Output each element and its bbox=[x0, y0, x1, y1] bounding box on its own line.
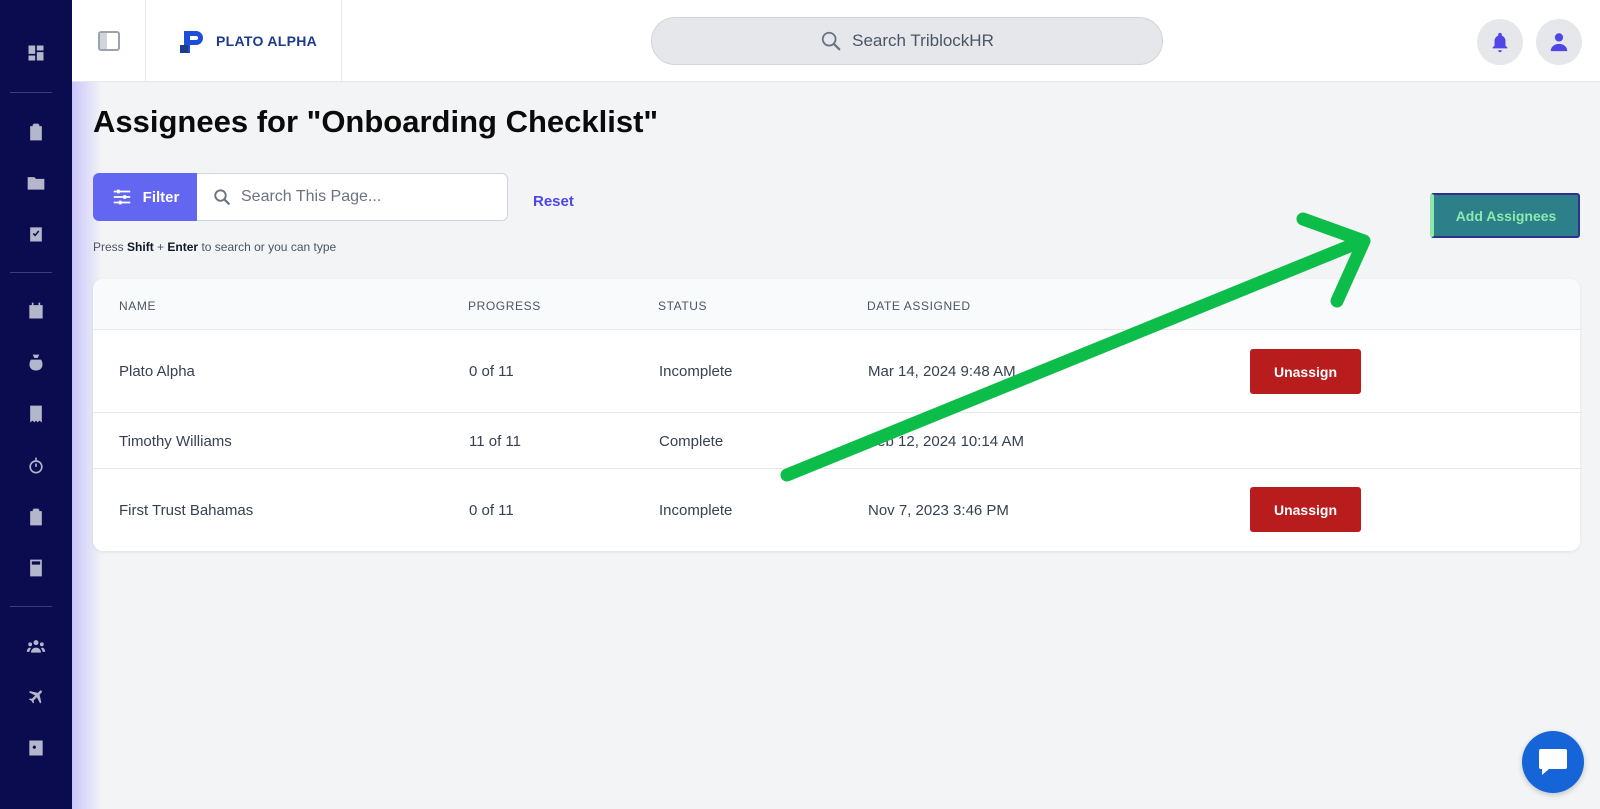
money-bag-icon[interactable] bbox=[24, 351, 48, 375]
timer-icon[interactable] bbox=[24, 454, 48, 478]
filter-button[interactable]: Filter bbox=[93, 173, 197, 221]
cell-date-assigned: Feb 12, 2024 10:14 AM bbox=[868, 433, 1024, 450]
sidebar-toggle-icon bbox=[97, 31, 120, 51]
cell-status: Incomplete bbox=[659, 363, 733, 380]
page-title: Assignees for "Onboarding Checklist" bbox=[93, 104, 659, 139]
logo-text: PLATO ALPHA bbox=[216, 33, 318, 49]
cell-name: First Trust Bahamas bbox=[119, 502, 254, 519]
add-assignees-button[interactable]: Add Assignees bbox=[1430, 193, 1580, 238]
search-hint: Press Shift + Enter to search or you can… bbox=[93, 240, 337, 254]
sidebar-divider bbox=[10, 92, 52, 93]
cell-progress: 0 of 11 bbox=[469, 502, 514, 519]
table-header: NAME PROGRESS STATUS DATE ASSIGNED bbox=[93, 279, 1580, 330]
people-icon[interactable] bbox=[24, 634, 48, 658]
global-search-placeholder: Search TriblockHR bbox=[852, 31, 994, 50]
clipboard-icon[interactable] bbox=[24, 120, 48, 144]
cell-status: Complete bbox=[659, 433, 724, 450]
cell-progress: 0 of 11 bbox=[469, 363, 514, 380]
assignees-table: NAME PROGRESS STATUS DATE ASSIGNED Plato… bbox=[93, 279, 1580, 551]
receipt-icon[interactable] bbox=[24, 402, 48, 426]
bell-icon bbox=[1492, 32, 1508, 53]
column-header-name[interactable]: NAME bbox=[119, 299, 156, 313]
sidebar-toggle-button[interactable] bbox=[72, 0, 146, 82]
user-avatar-icon bbox=[1550, 33, 1568, 52]
page-search-field[interactable] bbox=[197, 173, 508, 221]
top-bar: PLATO ALPHA Search TriblockHR bbox=[72, 0, 1600, 82]
sliders-icon bbox=[113, 189, 130, 205]
table-row: First Trust Bahamas 0 of 11 Incomplete N… bbox=[93, 469, 1580, 551]
unassign-button[interactable]: Unassign bbox=[1250, 349, 1361, 394]
search-icon bbox=[821, 31, 841, 51]
column-header-progress[interactable]: PROGRESS bbox=[468, 299, 541, 313]
cell-name: Timothy Williams bbox=[119, 433, 232, 450]
table-row: Timothy Williams 11 of 11 Complete Feb 1… bbox=[93, 413, 1580, 469]
task-check-icon[interactable] bbox=[24, 222, 48, 246]
dashboard-icon[interactable] bbox=[24, 41, 48, 65]
contact-card-icon[interactable] bbox=[24, 736, 48, 760]
chat-widget-button[interactable] bbox=[1522, 731, 1584, 793]
folder-icon[interactable] bbox=[24, 171, 48, 195]
page-search-input[interactable] bbox=[241, 188, 481, 206]
cell-date-assigned: Mar 14, 2024 9:48 AM bbox=[868, 363, 1016, 380]
global-search-input[interactable]: Search TriblockHR bbox=[651, 17, 1163, 65]
cell-progress: 11 of 11 bbox=[469, 433, 521, 450]
cell-name: Plato Alpha bbox=[119, 363, 195, 380]
sidebar bbox=[0, 0, 102, 809]
filter-button-label: Filter bbox=[142, 188, 180, 206]
column-header-status[interactable]: STATUS bbox=[658, 299, 707, 313]
unassign-button[interactable]: Unassign bbox=[1250, 487, 1361, 532]
clipboard-list-icon[interactable] bbox=[24, 505, 48, 529]
logo-mark-icon bbox=[180, 31, 203, 53]
cell-date-assigned: Nov 7, 2023 3:46 PM bbox=[868, 502, 1009, 519]
calculator-icon[interactable] bbox=[24, 556, 48, 580]
chat-bubble-icon bbox=[1539, 749, 1567, 775]
column-header-date-assigned[interactable]: DATE ASSIGNED bbox=[867, 299, 971, 313]
cell-status: Incomplete bbox=[659, 502, 733, 519]
sidebar-divider bbox=[10, 606, 52, 607]
reset-link[interactable]: Reset bbox=[533, 193, 574, 210]
calendar-icon[interactable] bbox=[24, 299, 48, 323]
search-icon bbox=[214, 189, 230, 205]
notifications-button[interactable] bbox=[1477, 19, 1523, 65]
sidebar-divider bbox=[10, 272, 52, 273]
table-row: Plato Alpha 0 of 11 Incomplete Mar 14, 2… bbox=[93, 330, 1580, 413]
logo[interactable]: PLATO ALPHA bbox=[146, 0, 342, 82]
airplane-icon[interactable] bbox=[24, 685, 48, 709]
user-menu-button[interactable] bbox=[1536, 19, 1582, 65]
